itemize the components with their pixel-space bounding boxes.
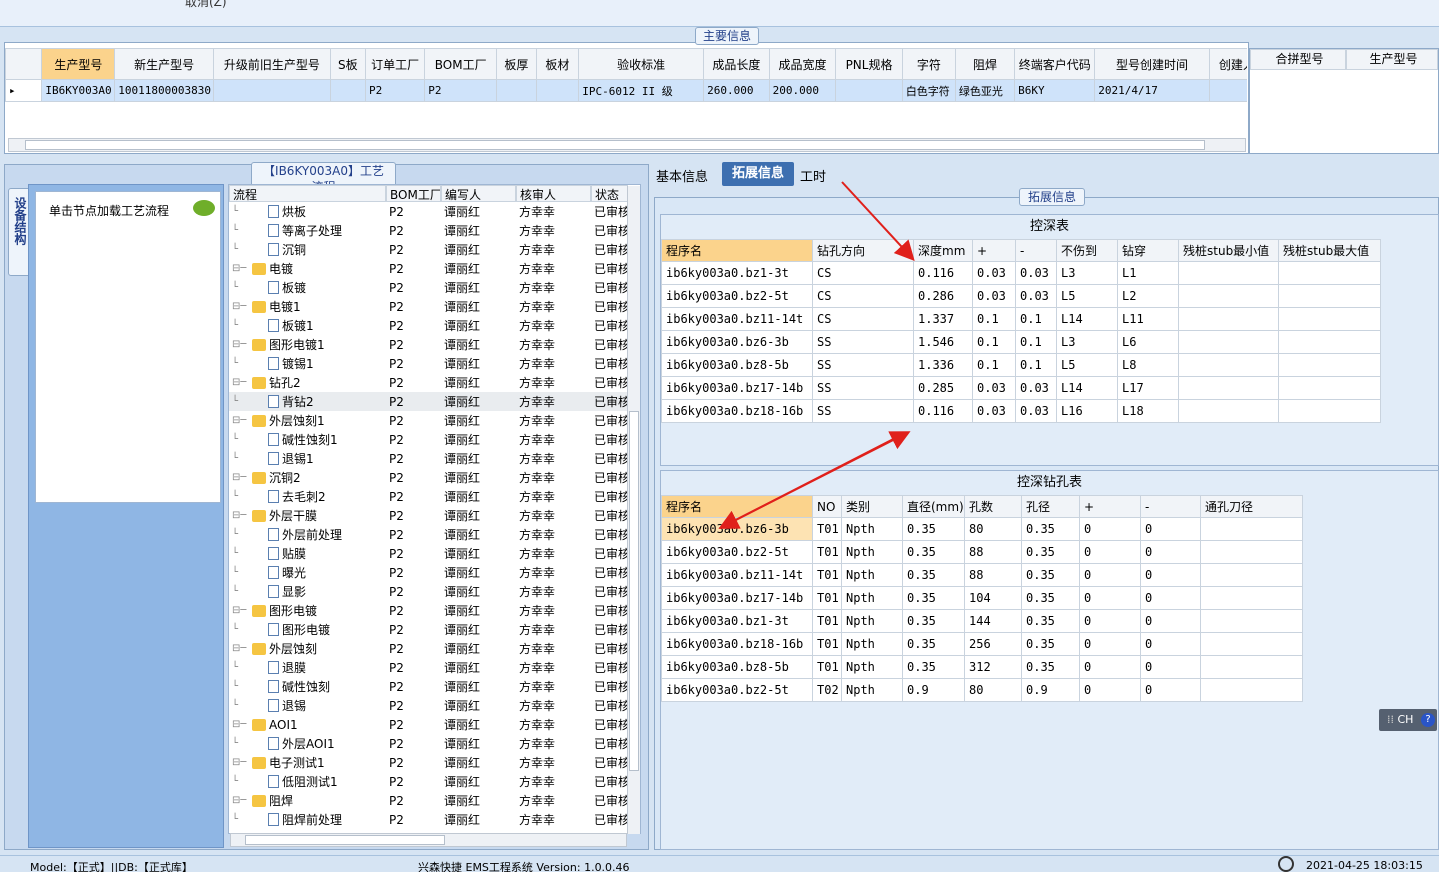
arrow-to-depth-column <box>841 181 915 261</box>
arrow-to-depth-table <box>719 431 911 529</box>
status-datetime: 2021-04-25 18:03:15 <box>1306 859 1423 872</box>
ime-indicator[interactable]: ⁞⁞ CH ? <box>1379 709 1437 731</box>
clock-icon <box>1278 856 1294 872</box>
status-bar: Model:【正式】||DB:【正式库】 兴森快捷 EMS工程系统 Versio… <box>0 855 1439 872</box>
annotation-arrows <box>718 181 915 529</box>
help-icon[interactable]: ? <box>1421 713 1435 727</box>
status-app-version: 兴森快捷 EMS工程系统 Version: 1.0.0.46 <box>418 861 630 872</box>
status-model-db: Model:【正式】||DB:【正式库】 <box>30 861 193 872</box>
ime-label: CH <box>1397 713 1414 726</box>
